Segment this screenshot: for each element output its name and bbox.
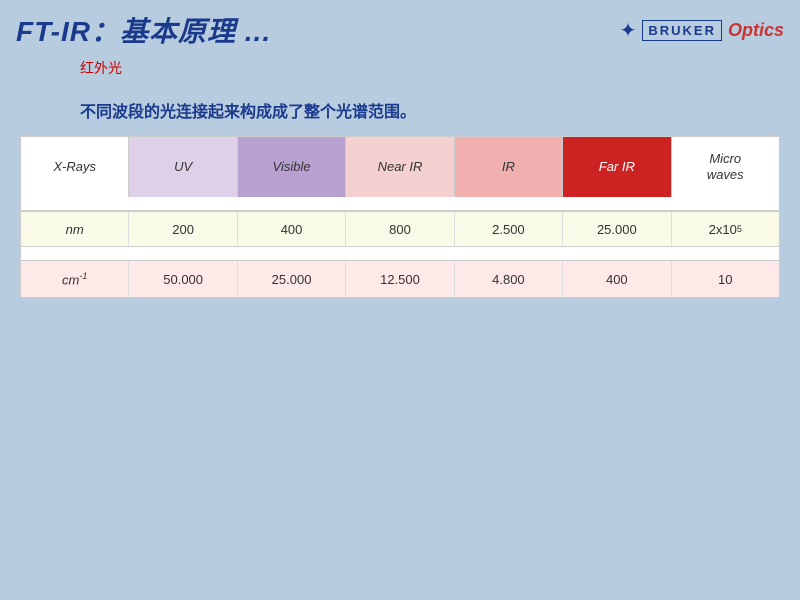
spectrum-table: X-Rays UV Visible Near IR IR Far IR Micr… xyxy=(20,136,780,298)
col-xrays: X-Rays xyxy=(21,137,129,197)
bruker-logo-text: BRUKER xyxy=(642,20,722,41)
nm-label: nm xyxy=(66,222,84,237)
col-near-ir: Near IR xyxy=(346,137,454,197)
cm-4800: 4.800 xyxy=(455,261,563,297)
cm-10: 10 xyxy=(672,261,779,297)
page-title: FT-IR：基本原理 ... xyxy=(16,10,271,50)
description: 不同波段的光连接起来构成成了整个光谱范围。 xyxy=(0,78,800,136)
spacer-row-2 xyxy=(21,247,779,261)
nm-200: 200 xyxy=(129,212,237,246)
subtitle: 红外光 xyxy=(0,54,800,78)
col-far-ir: Far IR xyxy=(563,137,671,197)
nm-row: nm 200 400 800 2.500 25.000 2x105 xyxy=(21,211,779,247)
cm-12500: 12.500 xyxy=(346,261,454,297)
cm-label: cm-1 xyxy=(62,271,87,287)
cm-25000: 25.000 xyxy=(238,261,346,297)
bottom-spacer xyxy=(0,298,800,328)
bruker-logo-icon: ✦ xyxy=(620,18,637,43)
nm-800: 800 xyxy=(346,212,454,246)
nm-2e5: 2x105 xyxy=(672,212,779,246)
spacer-row-1 xyxy=(21,197,779,211)
col-ir: IR xyxy=(455,137,563,197)
cm-row: cm-1 50.000 25.000 12.500 4.800 400 10 xyxy=(21,261,779,297)
cm-50000: 50.000 xyxy=(129,261,237,297)
spectrum-color-row: X-Rays UV Visible Near IR IR Far IR Micr… xyxy=(21,137,779,197)
cm-label-cell: cm-1 xyxy=(21,261,129,297)
nm-label-cell: nm xyxy=(21,212,129,246)
col-uv: UV xyxy=(129,137,237,197)
optics-logo-text: Optics xyxy=(728,20,784,41)
nm-2500: 2.500 xyxy=(455,212,563,246)
logo-area: ✦ BRUKER Optics xyxy=(620,18,784,43)
nm-400: 400 xyxy=(238,212,346,246)
col-visible: Visible xyxy=(238,137,346,197)
page-header: FT-IR：基本原理 ... ✦ BRUKER Optics xyxy=(0,0,800,54)
col-microwaves: Microwaves xyxy=(672,137,779,197)
nm-25000: 25.000 xyxy=(563,212,671,246)
cm-400: 400 xyxy=(563,261,671,297)
